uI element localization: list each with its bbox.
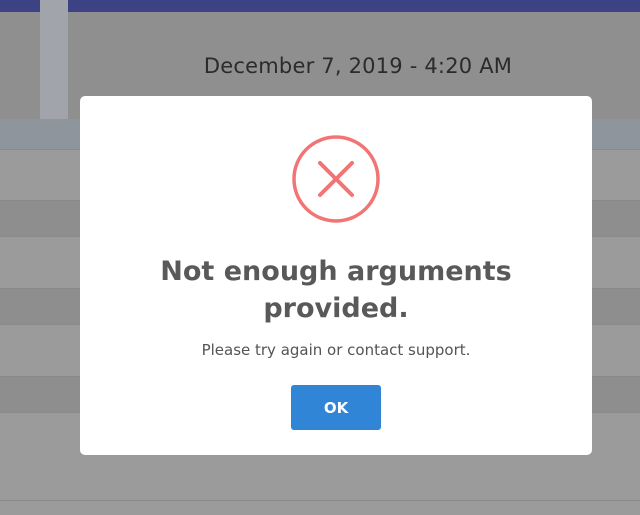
error-dialog: Not enough arguments provided. Please tr…: [80, 96, 592, 455]
ok-button[interactable]: OK: [291, 385, 381, 430]
error-x-icon: [292, 135, 380, 223]
current-datetime: December 7, 2019 - 4:20 AM: [203, 54, 513, 78]
table-row: [0, 500, 640, 515]
dialog-title: Not enough arguments provided.: [160, 256, 512, 324]
top-navbar: [0, 0, 640, 12]
dialog-message: Please try again or contact support.: [201, 341, 471, 359]
